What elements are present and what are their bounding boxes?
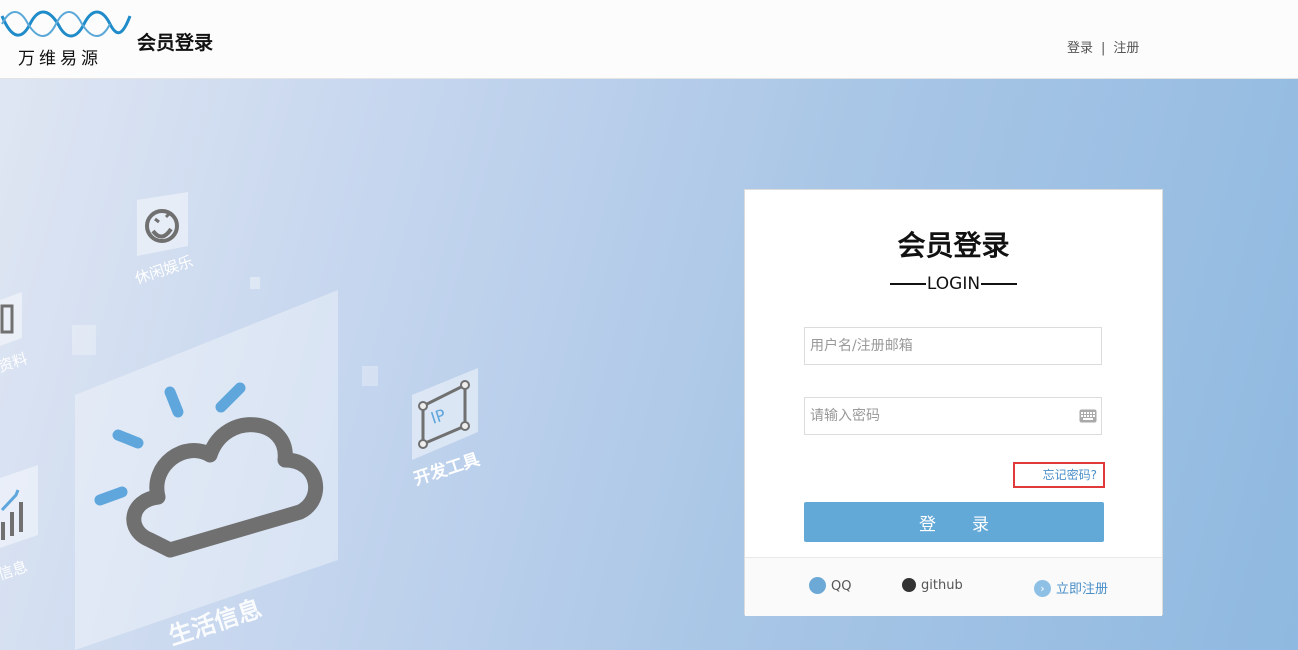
header-register-link[interactable]: 注册: [1113, 41, 1139, 56]
login-card: 会员登录 LOGIN 忘记密码? 登录 QQ github › 立即注册: [744, 189, 1163, 616]
subtitle-line-left: [889, 283, 926, 285]
tile-info-partial: 信息: [0, 557, 30, 583]
arrow-right-circle-icon: ›: [1034, 580, 1051, 597]
qq-label: QQ: [831, 579, 852, 594]
tile-data: 资料: [0, 349, 30, 375]
login-footer: QQ github › 立即注册: [745, 557, 1162, 616]
register-now-label: 立即注册: [1056, 582, 1109, 597]
header-login-link[interactable]: 登录: [1067, 41, 1093, 56]
keyboard-icon[interactable]: [1079, 409, 1097, 423]
login-subtitle: LOGIN: [745, 274, 1162, 294]
logo-waves-icon: [0, 10, 132, 38]
password-field[interactable]: [804, 397, 1102, 435]
github-icon: [902, 577, 916, 592]
qq-login-link[interactable]: QQ: [809, 577, 852, 595]
brand-logo[interactable]: 万维易源: [0, 10, 132, 69]
github-login-link[interactable]: github: [902, 577, 963, 593]
decor-square: [250, 277, 260, 289]
github-label: github: [921, 578, 963, 593]
tile-entertainment: 休闲娱乐: [133, 252, 196, 288]
password-input[interactable]: [805, 398, 1060, 434]
qq-icon: [809, 577, 826, 594]
login-title: 会员登录: [897, 229, 1010, 262]
logo-text: 万维易源: [18, 49, 102, 69]
username-input[interactable]: [805, 328, 1060, 364]
header-links: 登录 | 注册: [1067, 37, 1139, 56]
decor-square: [72, 325, 96, 355]
subtitle-line-right: [981, 283, 1018, 285]
login-subtitle-text: LOGIN: [926, 274, 981, 294]
header-link-separator: |: [1101, 41, 1106, 56]
header: 万维易源 会员登录 登录 | 注册: [0, 0, 1298, 79]
register-now-link[interactable]: › 立即注册: [1034, 578, 1108, 598]
username-field[interactable]: [804, 327, 1102, 365]
decor-square: [362, 366, 378, 386]
login-submit-button[interactable]: 登录: [804, 502, 1104, 542]
header-title: 会员登录: [137, 32, 214, 54]
forgot-password-link[interactable]: 忘记密码?: [1013, 462, 1105, 488]
